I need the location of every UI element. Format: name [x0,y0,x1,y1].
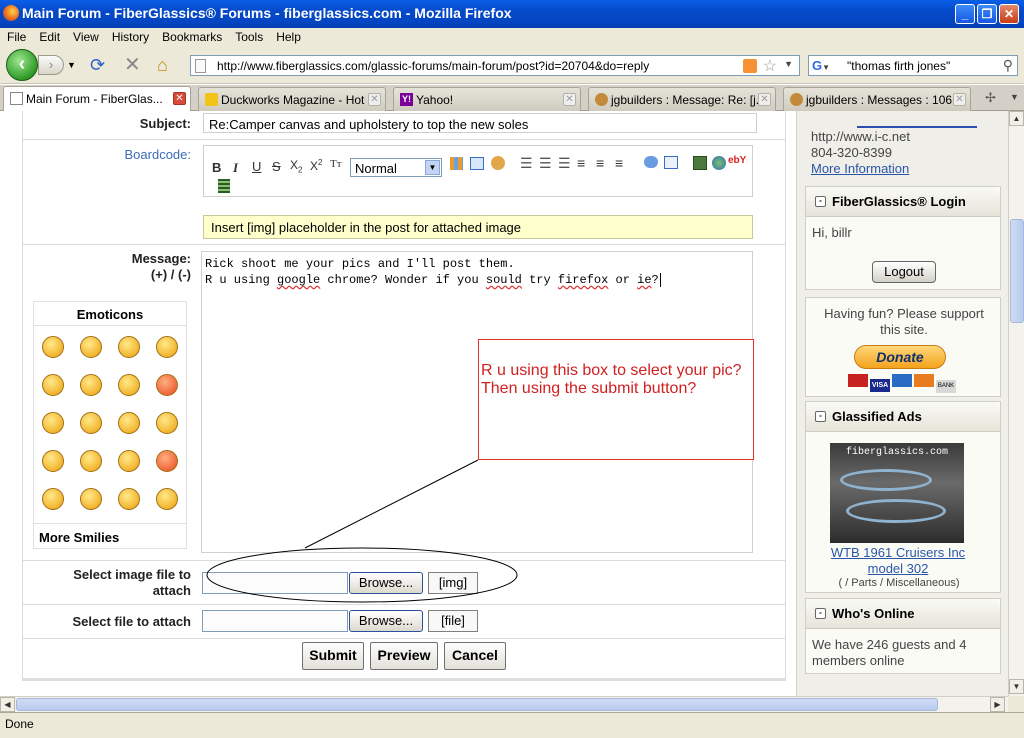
duckworks-icon [205,93,218,106]
menu-help[interactable]: Help [269,28,307,44]
sidebar: http://www.i-c.net 804-320-8399 More Inf… [796,111,1008,696]
tab-yahoo[interactable]: Y! Yahoo! ✕ [393,87,581,111]
close-button[interactable]: ✕ [999,4,1019,24]
maximize-button[interactable]: ❐ [977,4,997,24]
collapse-icon[interactable]: - [815,411,826,422]
amex-icon [892,374,912,387]
login-title: - FiberGlassics® Login [806,187,1000,217]
discover-icon [914,374,934,387]
url-bar[interactable]: http://www.fiberglassics.com/glassic-for… [190,55,800,76]
tab-label: Duckworks Magazine - Hot ... [221,93,378,107]
menu-edit[interactable]: Edit [32,28,66,44]
whos-online-box: - Who's Online We have 246 guests and 4 m… [805,598,1001,674]
new-tab-icon[interactable]: ✢ [985,90,996,106]
horizontal-scrollbar[interactable]: ◀ ▶ [0,696,1008,712]
ad-category: ( / Parts / Miscellaneous) [838,577,960,589]
tab-close-icon[interactable]: ✕ [173,92,186,105]
tab-close-icon[interactable]: ✕ [758,93,771,106]
vertical-scrollbar[interactable]: ▲ ▼ [1008,111,1024,696]
collapse-icon[interactable]: - [815,608,826,619]
search-box[interactable]: G▼ "thomas firth jones" ⚲ [808,55,1018,76]
firefox-icon [3,5,19,21]
home-icon[interactable]: ⌂ [157,56,168,74]
tab-main-forum[interactable]: Main Forum - FiberGlas... ✕ [3,86,191,111]
greeting-text: Hi, billr [812,225,852,240]
tab-label: jgbuilders : Message: Re: [j... [611,93,766,107]
group-icon [790,93,803,106]
login-box: - FiberGlassics® Login Hi, billr Logout [805,186,1001,290]
tab-label: Main Forum - FiberGlas... [26,92,163,106]
forward-button[interactable]: › [38,55,64,75]
tab-label: jgbuilders : Messages : 106... [806,93,963,107]
menu-view[interactable]: View [66,28,105,44]
search-input[interactable]: "thomas firth jones" [847,59,950,73]
back-button[interactable]: ‹ [6,49,38,81]
scroll-right-icon[interactable]: ▶ [990,697,1005,712]
tab-bar: Main Forum - FiberGlas... ✕ Duckworks Ma… [0,85,1024,111]
history-dropdown-icon[interactable]: ▼ [67,60,76,70]
status-bar: Done [0,712,1024,738]
whos-online-text: We have 246 guests and 4 members online [812,637,967,668]
tab-label: Yahoo! [416,93,454,107]
scroll-corner [1008,696,1024,712]
annotation-drawing [206,459,518,603]
ad-logo-shape [840,469,932,491]
window-titlebar: Main Forum - FiberGlassics® Forums - fib… [0,0,1024,28]
ad-title-link[interactable]: WTB 1961 Cruisers Inc model 302 [824,545,972,577]
more-information-link[interactable]: More Information [811,161,909,176]
logout-button[interactable]: Logout [872,261,936,283]
menu-history[interactable]: History [105,28,155,44]
bookmark-star-icon[interactable]: ☆ [763,56,777,76]
glassified-ads-box: - Glassified Ads fiberglassics.com WTB 19… [805,401,1001,593]
menu-tools[interactable]: Tools [228,28,269,44]
scroll-up-icon[interactable]: ▲ [1009,111,1024,126]
whos-online-title: - Who's Online [806,599,1000,629]
sponsor-url: http://www.i-c.net [811,129,910,144]
bank-icon: BANK [936,380,956,393]
support-box: Having fun? Please support this site. Do… [805,297,1001,397]
mastercard-icon [848,374,868,387]
ads-title: - Glassified Ads [806,402,1000,432]
vertical-scroll-thumb[interactable] [1010,219,1024,323]
status-text: Done [5,717,34,731]
stop-icon[interactable]: ✕ [124,55,141,75]
page-content: Subject: Re:Camper canvas and upholstery… [0,111,1008,696]
ad-image-caption: fiberglassics.com [845,447,949,458]
page-icon [195,59,206,73]
collapse-icon[interactable]: - [815,196,826,207]
tab-jgbuilders-messages[interactable]: jgbuilders : Messages : 106... ✕ [783,87,971,111]
group-icon [595,93,608,106]
tab-duckworks[interactable]: Duckworks Magazine - Hot ... ✕ [198,87,386,111]
search-icon[interactable]: ⚲ [1003,57,1013,74]
window-title: Main Forum - FiberGlassics® Forums - fib… [22,5,512,21]
support-text: Having fun? Please support this site. [824,306,984,337]
tab-close-icon[interactable]: ✕ [563,93,576,106]
menu-file[interactable]: File [0,28,32,44]
menu-bookmarks[interactable]: Bookmarks [155,28,228,44]
minimize-button[interactable]: _ [955,4,975,24]
payment-cards: VISA BANK [848,374,956,393]
google-icon[interactable]: G▼ [812,58,830,73]
sponsor-phone: 804-320-8399 [811,145,892,160]
menu-bar: File Edit View History Bookmarks Tools Help [0,28,1024,46]
scroll-left-icon[interactable]: ◀ [0,697,15,712]
url-text: http://www.fiberglassics.com/glassic-for… [217,59,650,73]
ad-image[interactable]: fiberglassics.com [830,443,964,543]
sponsor-logo [857,111,977,128]
page-icon [10,92,23,105]
reload-icon[interactable]: ⟳ [90,56,105,74]
ad-logo-shape [846,499,946,523]
scroll-down-icon[interactable]: ▼ [1009,679,1024,694]
url-dropdown-icon[interactable]: ▼ [784,59,793,69]
yahoo-icon: Y! [400,93,413,106]
tab-close-icon[interactable]: ✕ [953,93,966,106]
rss-icon[interactable] [743,59,757,73]
horizontal-scroll-thumb[interactable] [16,698,938,711]
tab-jgbuilders-message[interactable]: jgbuilders : Message: Re: [j... ✕ [588,87,776,111]
tab-close-icon[interactable]: ✕ [368,93,381,106]
visa-icon: VISA [870,379,890,392]
tab-list-icon[interactable]: ▼ [1010,92,1019,102]
donate-button[interactable]: Donate [854,345,946,369]
